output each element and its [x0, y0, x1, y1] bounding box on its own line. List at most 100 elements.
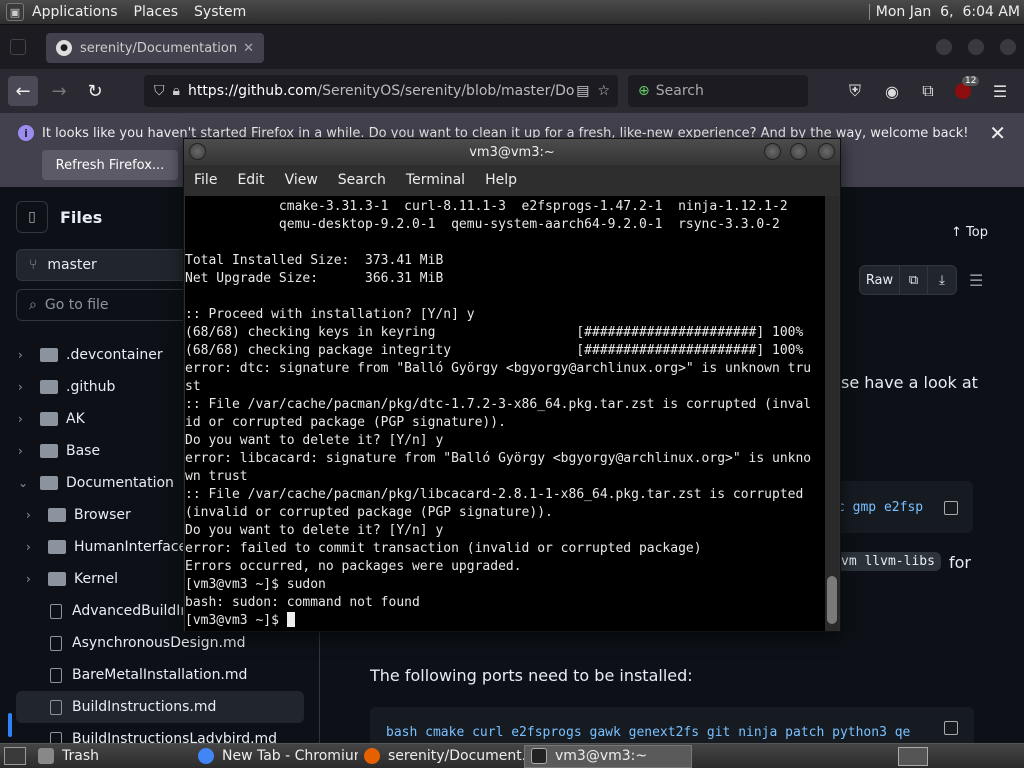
forward-button[interactable]: → — [44, 76, 74, 106]
terminal-menubar: File Edit View Search Terminal Help — [184, 165, 840, 195]
terminal-line: (68/68) checking keys in keyring [######… — [185, 325, 804, 340]
chevron-right-icon[interactable]: › — [18, 444, 34, 458]
menu-search[interactable]: Search — [338, 172, 386, 188]
terminal-line: (invalid or corrupted package (PGP signa… — [185, 505, 553, 520]
tab-list-icon[interactable] — [10, 39, 26, 55]
ports-code-text: bash cmake curl e2fsprogs gawk genext2fs… — [386, 724, 911, 740]
menu-terminal[interactable]: Terminal — [406, 172, 465, 188]
terminal-close-button[interactable] — [818, 143, 835, 160]
chevron-right-icon[interactable]: › — [18, 348, 34, 362]
selected-indicator — [8, 713, 12, 737]
menu-help[interactable]: Help — [485, 172, 517, 188]
window-menu-button[interactable] — [189, 143, 206, 160]
clock[interactable]: Mon Jan 6, 6:04 AM — [876, 4, 1020, 20]
terminal-line: qemu-desktop-9.2.0-1 qemu-system-aarch64… — [185, 217, 780, 232]
terminal-line: [vm3@vm3 ~]$ sudon — [185, 577, 326, 592]
terminal-line: :: File /var/cache/pacman/pkg/libcacard-… — [185, 487, 804, 502]
folder-icon — [48, 572, 66, 586]
pocket-icon[interactable]: ⛨ — [840, 76, 870, 106]
bookmark-star-icon[interactable]: ☆ — [597, 83, 610, 99]
chromium-icon — [198, 748, 214, 764]
terminal-minimize-button[interactable] — [764, 143, 781, 160]
browser-tab[interactable]: ● serenity/Documentation/Bu ✕ — [46, 33, 264, 63]
chevron-down-icon[interactable]: ⌄ — [18, 476, 34, 490]
search-placeholder: Search — [655, 83, 704, 99]
branch-name: master — [47, 257, 97, 273]
refresh-firefox-button[interactable]: Refresh Firefox... — [42, 150, 178, 180]
tree-item-label: Browser — [74, 507, 131, 523]
terminal-output[interactable]: cmake-3.31.3-1 curl-8.11.1-3 e2fsprogs-1… — [185, 196, 826, 631]
close-window-button[interactable] — [1000, 39, 1016, 55]
scrollbar-thumb[interactable] — [827, 576, 837, 624]
terminal-cursor — [286, 612, 295, 627]
terminal-line: (68/68) checking package integrity [####… — [185, 343, 804, 358]
chevron-right-icon[interactable]: › — [18, 380, 34, 394]
folder-icon — [48, 508, 66, 522]
outline-list-icon[interactable]: ☰ — [969, 271, 983, 290]
terminal-line: wn trust — [185, 469, 248, 484]
chevron-right-icon[interactable]: › — [26, 508, 42, 522]
collapse-sidebar-icon[interactable]: ▯ — [16, 201, 48, 233]
tree-item-label: BareMetalInstallation.md — [72, 667, 248, 683]
tree-file[interactable]: BuildInstructionsLadybird.md — [26, 723, 304, 743]
terminal-titlebar[interactable]: vm3@vm3:~ — [184, 139, 840, 165]
chevron-right-icon[interactable]: › — [18, 412, 34, 426]
taskbar-item-chromium[interactable]: New Tab - Chromium — [192, 745, 358, 768]
show-desktop-icon[interactable] — [4, 747, 26, 765]
tree-item-label: AsynchronousDesign.md — [72, 635, 246, 651]
terminal-scrollbar[interactable] — [825, 196, 839, 631]
raw-button[interactable]: Raw — [860, 266, 900, 294]
reader-view-icon[interactable]: ▤ — [576, 83, 589, 99]
taskbar-item-terminal[interactable]: vm3@vm3:~ — [524, 744, 692, 768]
folder-icon — [48, 540, 66, 554]
chevron-right-icon[interactable]: › — [26, 540, 42, 554]
menu-applications[interactable]: Applications — [24, 4, 126, 20]
terminal-line: :: Proceed with installation? [Y/n] y — [185, 307, 475, 322]
file-icon — [50, 603, 62, 619]
copy-raw-icon[interactable]: ⧉ — [900, 266, 928, 294]
account-icon[interactable]: ◉ — [877, 76, 907, 106]
lock-icon[interactable]: 🔒︎ — [173, 83, 180, 99]
tree-file[interactable]: BareMetalInstallation.md — [26, 659, 304, 691]
shield-icon[interactable]: ⛉ — [154, 83, 165, 99]
tree-item-label: AdvancedBuildIns — [72, 603, 197, 619]
menu-edit[interactable]: Edit — [237, 172, 264, 188]
copy-icon[interactable] — [944, 501, 958, 515]
trash-icon — [38, 748, 54, 764]
close-tab-icon[interactable]: ✕ — [243, 41, 254, 56]
tree-item-label: BuildInstructions.md — [72, 699, 217, 715]
file-icon — [50, 699, 62, 715]
bottom-panel: Trash New Tab - Chromium serenity/Docume… — [0, 743, 1024, 768]
file-icon — [50, 667, 62, 683]
menu-places[interactable]: Places — [126, 4, 187, 20]
terminal-maximize-button[interactable] — [790, 143, 807, 160]
url-bar[interactable]: ⛉ 🔒︎ https://github.com/SerenityOS/seren… — [144, 75, 618, 107]
copy-ports-icon[interactable] — [944, 721, 958, 735]
download-icon[interactable]: ⤓ — [928, 266, 956, 294]
arrow-up-icon: ↑ — [951, 225, 967, 240]
ports-heading-text: The following ports need to be installed… — [370, 666, 693, 685]
maximize-button[interactable] — [968, 39, 984, 55]
info-icon: i — [18, 125, 34, 141]
hamburger-menu-icon[interactable]: ☰ — [985, 76, 1015, 106]
tree-item-label: .devcontainer — [66, 347, 163, 363]
workspace-switcher[interactable] — [898, 746, 928, 766]
minimize-button[interactable] — [936, 39, 952, 55]
taskbar-item-firefox[interactable]: serenity/Document... — [358, 745, 524, 768]
close-notification-icon[interactable]: ✕ — [989, 121, 1006, 145]
extensions-icon[interactable]: ⧉ — [913, 76, 943, 106]
taskbar-item-trash[interactable]: Trash — [32, 745, 192, 768]
ublock-icon[interactable]: 12 — [948, 76, 980, 106]
menu-file[interactable]: File — [194, 172, 217, 188]
tree-file[interactable]: BuildInstructions.md — [16, 691, 304, 723]
applications-logo-icon[interactable]: ▣ — [6, 3, 24, 21]
top-button[interactable]: ↑ Top — [951, 225, 988, 240]
reload-button[interactable]: ↻ — [80, 76, 110, 106]
back-button[interactable]: ← — [8, 76, 38, 106]
folder-icon — [40, 348, 58, 362]
branch-icon: ⑂ — [29, 257, 38, 273]
menu-view[interactable]: View — [285, 172, 318, 188]
chevron-right-icon[interactable]: › — [26, 572, 42, 586]
menu-system[interactable]: System — [186, 4, 254, 20]
search-bar[interactable]: ⊕ Search — [628, 75, 808, 107]
